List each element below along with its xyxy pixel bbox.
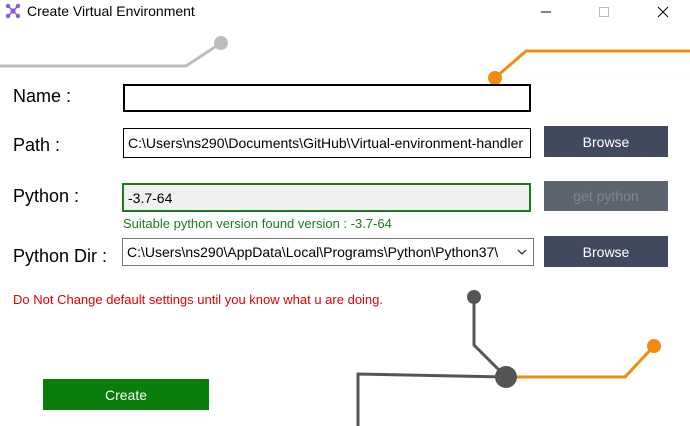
python-dir-label: Python Dir : (13, 246, 108, 266)
circuit-decoration (0, 36, 690, 426)
python-status-text: Suitable python version found version : … (123, 216, 392, 231)
title-bar: Create Virtual Environment (0, 0, 690, 26)
maximize-icon (599, 7, 609, 17)
python-version-input[interactable]: -3.7-64 (122, 183, 531, 212)
app-icon (4, 2, 22, 20)
minimize-icon (541, 11, 551, 13)
window-title: Create Virtual Environment (27, 3, 195, 19)
path-label: Path : (13, 135, 61, 155)
close-icon (657, 6, 669, 18)
path-input[interactable]: C:\Users\ns290\Documents\GitHub\Virtual-… (123, 128, 531, 158)
name-label: Name : (13, 86, 72, 106)
warning-text: Do Not Change default settings until you… (13, 292, 384, 307)
python-dir-value: C:\Users\ns290\AppData\Local\Programs\Py… (127, 244, 499, 260)
create-button[interactable]: Create (43, 379, 209, 410)
maximize-button[interactable] (581, 0, 627, 24)
get-python-button[interactable]: get python (544, 181, 668, 211)
browse-path-button[interactable]: Browse (544, 126, 668, 157)
minimize-button[interactable] (523, 0, 569, 24)
chevron-down-icon (517, 249, 527, 255)
python-label: Python : (13, 186, 80, 206)
close-button[interactable] (640, 0, 686, 24)
name-input[interactable] (123, 84, 531, 112)
browse-dir-button[interactable]: Browse (544, 236, 668, 267)
python-dir-select[interactable]: C:\Users\ns290\AppData\Local\Programs\Py… (122, 238, 534, 266)
